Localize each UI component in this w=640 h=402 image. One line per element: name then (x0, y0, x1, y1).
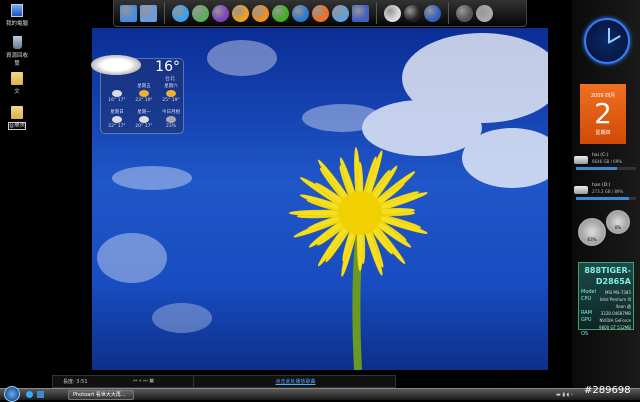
memory-gauge[interactable]: 0% (606, 210, 630, 234)
calendar-day: 2 (594, 97, 612, 130)
pirate-icon[interactable] (384, 4, 401, 22)
settings-icon[interactable] (456, 4, 473, 22)
messenger-icon[interactable] (192, 4, 209, 22)
hard-drive-icon (574, 186, 588, 194)
sysinfo-row: CPU Intel Pentium III Xeon 處 (581, 296, 631, 309)
recycle-bin-icon (12, 36, 22, 49)
hostname: 888TIGER-D2865A (584, 266, 631, 286)
weather-icon (112, 90, 122, 97)
sysinfo-row: GPU NVIDIA GeForce 9800 GT 512MB (581, 317, 631, 330)
forecast-day: 16° 17° (105, 83, 129, 103)
tray-icons[interactable]: ▬ ▮ ◖ ‹ (556, 392, 573, 398)
folder-icon (11, 106, 23, 119)
taskbar-task[interactable]: Photoart 看世大大再... (68, 390, 134, 400)
dock-separator (448, 2, 449, 24)
media-player-bar[interactable]: 長度: 3:51 ⏮ ⏸ ⏭ ■ 点击此处播放歌曲 (52, 375, 396, 388)
network-icon[interactable] (140, 4, 157, 22)
desktop-icon-recycle-bin[interactable]: 資源回收筒 (4, 36, 30, 67)
watermark-tag: #289698 (584, 385, 631, 396)
green-app-icon[interactable] (252, 4, 269, 22)
quick-launch-desktop-icon[interactable] (37, 391, 44, 398)
weather-icon (166, 116, 176, 123)
drive-usage-bar (576, 167, 636, 170)
recycle-bin-icon[interactable] (476, 4, 493, 22)
forecast-day: 星期日 22° 17° (108, 110, 126, 129)
monitor-icon[interactable] (272, 4, 289, 22)
dock-separator (164, 2, 165, 24)
forecast-day: 今日月相 23% (162, 110, 180, 129)
computer-icon (11, 4, 23, 17)
itunes-icon[interactable] (312, 4, 329, 22)
cpu-gauge[interactable]: 63% (578, 218, 606, 246)
forecast-day: 星期五 23° 19° (135, 84, 153, 103)
quick-launch-ie-icon[interactable] (26, 391, 33, 398)
current-temp: 16° (155, 59, 180, 75)
folder-icon (11, 72, 23, 85)
internet-explorer-icon[interactable] (172, 4, 189, 22)
media-link[interactable]: 点击此处播放歌曲 (194, 378, 397, 385)
city: 台北 (164, 76, 175, 82)
cloud-icon (91, 55, 141, 75)
qq-icon[interactable] (292, 4, 309, 22)
clock-gadget[interactable] (584, 18, 630, 64)
smiley-icon[interactable] (232, 4, 249, 22)
dock (113, 0, 527, 27)
desktop-icon-music-folder[interactable]: 音樂夾 (4, 106, 30, 130)
media-controls[interactable]: ⏮ ⏸ ⏭ ■ (133, 378, 154, 384)
yahoo-messenger-icon[interactable] (212, 4, 229, 22)
globe-icon[interactable] (404, 4, 421, 22)
calendar-weekday: 星期四 (595, 130, 611, 136)
media-link-area: 点击此处播放歌曲 (193, 376, 397, 387)
weather-icon (112, 116, 122, 123)
sysinfo-gadget[interactable]: 888TIGER-D2865A Model MSI MS-7385 CPU Intel… (578, 262, 634, 337)
sysinfo-row: RAM 3328.04687MB (581, 310, 631, 316)
weather-icon (139, 90, 149, 97)
drive-meter[interactable]: hai (C:) 6646 GB / 69% (572, 152, 640, 174)
sidebar: 2009 四月 2 星期四 hai (C:) 6646 GB / 69% han… (572, 0, 640, 388)
sysinfo-row: OS (581, 331, 589, 337)
crazy-app-icon[interactable] (424, 4, 441, 22)
hard-drive-icon (574, 156, 588, 164)
computer-icon[interactable] (120, 4, 137, 22)
media-title: 長度: 3:51 (63, 379, 88, 385)
desktop-icon-my-computer[interactable]: 我的電腦 (4, 4, 30, 27)
weather-gadget[interactable]: 16° 台北 16° 17° 星期五 23° 19° 星期六 25° 19° 星期日 22°… (91, 55, 184, 134)
dock-separator (376, 2, 377, 24)
taskbar: Photoart 看世大大再... ▬ ▮ ◖ ‹ #289698 (0, 385, 640, 402)
sysinfo-row: Model MSI MS-7385 (581, 289, 631, 295)
forecast-day: 星期一 20° 17° (135, 110, 153, 129)
calendar-gadget[interactable]: 2009 四月 2 星期四 (580, 84, 626, 144)
drive-meter[interactable]: han (D:) 273.3 GB / 89% (572, 182, 640, 204)
clock-hand-minute (607, 35, 621, 44)
forecast-day: 星期六 25° 19° (162, 84, 180, 103)
drive-usage-bar (576, 197, 636, 200)
desktop-icon-folder[interactable]: 文 (4, 72, 30, 95)
weather-icon (166, 90, 176, 97)
blank-document-icon[interactable] (352, 4, 369, 22)
app-icon[interactable] (332, 4, 349, 22)
weather-icon (139, 116, 149, 123)
